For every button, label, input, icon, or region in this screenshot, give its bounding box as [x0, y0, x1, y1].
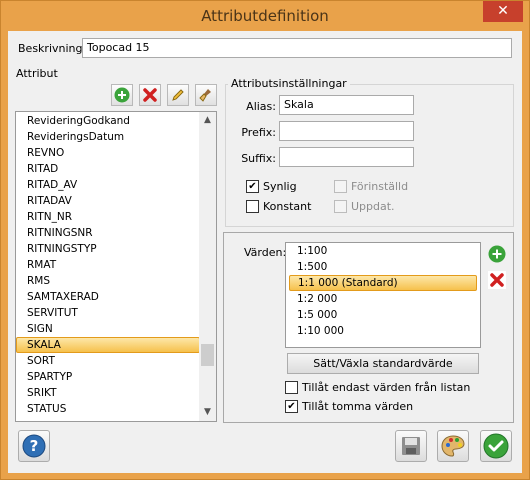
list-item-selected[interactable]: SKALA [16, 337, 200, 353]
value-item[interactable]: 1:500 [286, 259, 480, 275]
value-item-selected[interactable]: 1:1 000 (Standard) [289, 275, 477, 291]
add-value-button[interactable] [487, 244, 507, 264]
scroll-thumb[interactable] [201, 344, 214, 366]
values-label: Värden: [244, 246, 287, 259]
synlig-checkbox[interactable]: ✔ Synlig [246, 180, 297, 193]
delete-value-button[interactable] [487, 270, 507, 290]
help-icon: ? [22, 434, 46, 458]
attribute-list[interactable]: RevideringGodkand RevideringsDatum REVNO… [15, 111, 217, 422]
palette-icon [441, 435, 465, 457]
list-item[interactable]: RevideringGodkand [16, 113, 200, 129]
list-item[interactable]: RevideringsDatum [16, 129, 200, 145]
clear-attribute-button[interactable] [195, 84, 217, 106]
brush-icon [199, 89, 211, 102]
scroll-up-icon[interactable]: ▲ [199, 112, 216, 129]
svg-text:?: ? [30, 437, 39, 455]
delete-icon [488, 271, 506, 289]
list-item[interactable]: SORT [16, 353, 200, 369]
only-list-values-label: Tillåt endast värden från listan [302, 381, 471, 394]
allow-empty-values-checkbox[interactable]: ✔ Tillåt tomma värden [285, 400, 413, 413]
list-item[interactable]: SAMTAXERAD [16, 289, 200, 305]
list-item[interactable]: RITADAV [16, 193, 200, 209]
list-item[interactable]: RMAT [16, 257, 200, 273]
checkbox-icon [285, 381, 298, 394]
save-icon [402, 437, 420, 455]
forinstalld-label: Förinställd [351, 180, 409, 193]
delete-icon [143, 88, 157, 102]
dialog-content: Beskrivning: Topocad 15 Attribut Revider… [8, 31, 522, 473]
uppdat-label: Uppdat. [351, 200, 395, 213]
konstant-label: Konstant [263, 200, 312, 213]
synlig-label: Synlig [263, 180, 297, 193]
checkmark-icon: ✔ [285, 400, 298, 413]
attribute-settings-title: Attributsinställningar [228, 77, 350, 90]
prefix-input[interactable] [279, 121, 414, 141]
window-title: Attributdefinition [201, 7, 329, 25]
add-attribute-button[interactable] [111, 84, 133, 106]
set-default-value-button[interactable]: Sätt/Växla standardvärde [287, 353, 479, 374]
attribute-list-scrollbar[interactable]: ▲ ▼ [199, 112, 216, 421]
list-item[interactable]: RITAD [16, 161, 200, 177]
suffix-label: Suffix: [241, 152, 276, 165]
prefix-label: Prefix: [241, 126, 276, 139]
description-label: Beskrivning: [18, 42, 87, 55]
checkbox-icon [334, 200, 347, 213]
alias-label: Alias: [246, 100, 276, 113]
ok-button[interactable] [480, 430, 512, 462]
list-item[interactable]: RITNINGSTYP [16, 241, 200, 257]
checkbox-icon [246, 200, 259, 213]
list-item[interactable]: RITAD_AV [16, 177, 200, 193]
forinstalld-checkbox: Förinställd [334, 180, 408, 193]
checkbox-icon [334, 180, 347, 193]
close-button[interactable]: ✕ [483, 1, 523, 22]
list-item[interactable]: SIGN [16, 321, 200, 337]
scroll-down-icon[interactable]: ▼ [199, 404, 216, 421]
uppdat-checkbox: Uppdat. [334, 200, 395, 213]
list-item[interactable]: SRIKT [16, 385, 200, 401]
edit-attribute-button[interactable] [167, 84, 189, 106]
suffix-input[interactable] [279, 147, 414, 167]
appearance-button[interactable] [437, 430, 469, 462]
values-list[interactable]: 1:100 1:500 1:1 000 (Standard) 1:2 000 1… [285, 242, 481, 348]
list-item[interactable]: REVNO [16, 145, 200, 161]
list-item[interactable]: RITN_NR [16, 209, 200, 225]
save-button[interactable] [395, 430, 427, 462]
list-item[interactable]: SERVITUT [16, 305, 200, 321]
konstant-checkbox[interactable]: Konstant [246, 200, 311, 213]
title-bar[interactable]: Attributdefinition ✕ [1, 1, 529, 31]
list-item[interactable]: STATUS [16, 401, 200, 417]
list-item[interactable]: SPARTYP [16, 369, 200, 385]
allow-empty-values-label: Tillåt tomma värden [302, 400, 414, 413]
list-item[interactable]: RITNINGSNR [16, 225, 200, 241]
value-item[interactable]: 1:10 000 [286, 323, 480, 339]
ok-icon [483, 433, 509, 459]
attributes-label: Attribut [16, 67, 58, 80]
edit-icon [172, 89, 184, 101]
alias-input[interactable]: Skala [279, 95, 414, 115]
value-item[interactable]: 1:5 000 [286, 307, 480, 323]
only-list-values-checkbox[interactable]: Tillåt endast värden från listan [285, 381, 470, 394]
description-input[interactable]: Topocad 15 [82, 38, 512, 58]
value-item[interactable]: 1:100 [286, 243, 480, 259]
add-icon [488, 245, 506, 263]
checkmark-icon: ✔ [246, 180, 259, 193]
value-item[interactable]: 1:2 000 [286, 291, 480, 307]
help-button[interactable]: ? [18, 430, 50, 462]
add-icon [114, 87, 130, 103]
delete-attribute-button[interactable] [139, 84, 161, 106]
list-item[interactable]: RMS [16, 273, 200, 289]
dialog-window: Attributdefinition ✕ Beskrivning: Topoca… [0, 0, 530, 480]
